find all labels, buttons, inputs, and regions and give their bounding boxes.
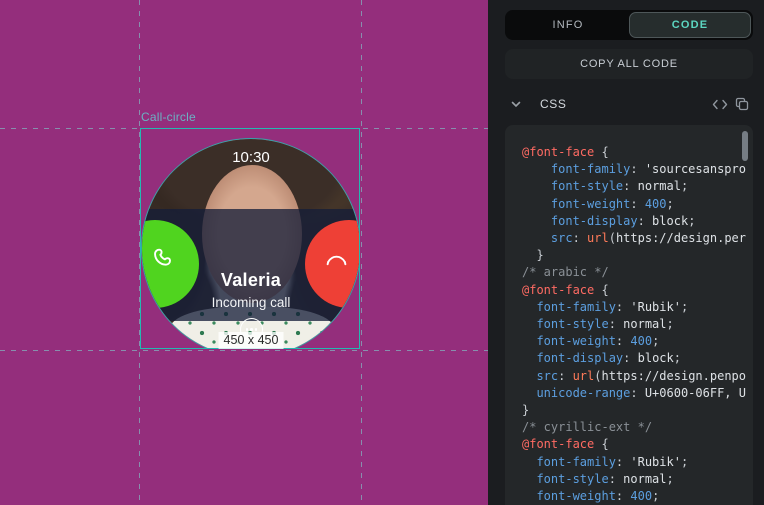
copy-icon[interactable] bbox=[731, 95, 753, 113]
ellipsis-dot bbox=[246, 328, 249, 331]
caller-status: Incoming call bbox=[142, 295, 360, 310]
phone-down-icon bbox=[323, 246, 350, 273]
caller-name: Valeria bbox=[142, 270, 360, 291]
guide-line-vertical-right[interactable] bbox=[361, 0, 362, 505]
tab-info[interactable]: INFO bbox=[507, 12, 629, 38]
chevron-down-icon[interactable] bbox=[505, 95, 527, 113]
guide-line-horizontal-bottom[interactable] bbox=[0, 350, 488, 351]
css-section-title: CSS bbox=[540, 97, 566, 111]
frame-name-label[interactable]: Call-circle bbox=[141, 110, 196, 124]
selection-frame[interactable]: 10:30 Valeria Incoming call bbox=[140, 128, 360, 349]
design-canvas[interactable]: Call-circle 10:30 Valeria I bbox=[0, 0, 488, 505]
ellipsis-dot bbox=[255, 328, 258, 331]
css-section-header[interactable]: CSS bbox=[505, 94, 753, 114]
code-icon[interactable] bbox=[709, 95, 731, 113]
css-code-block[interactable]: @font-face { font-family: 'sourcesanspro… bbox=[505, 125, 753, 505]
panel-tabs: INFO CODE bbox=[505, 10, 753, 40]
tab-code[interactable]: CODE bbox=[629, 12, 751, 38]
ellipsis-dot bbox=[250, 328, 253, 331]
copy-all-code-button[interactable]: COPY ALL CODE bbox=[505, 49, 753, 79]
selection-size-badge: 450 x 450 bbox=[219, 332, 284, 349]
right-sidebar: INFO CODE COPY ALL CODE CSS @font-face {… bbox=[488, 0, 764, 505]
call-time: 10:30 bbox=[142, 149, 360, 166]
css-code: @font-face { font-family: 'sourcesanspro… bbox=[505, 125, 753, 505]
call-circle-artboard[interactable]: 10:30 Valeria Incoming call bbox=[141, 138, 360, 349]
phone-icon bbox=[151, 245, 178, 272]
scrollbar-thumb[interactable] bbox=[742, 131, 748, 161]
